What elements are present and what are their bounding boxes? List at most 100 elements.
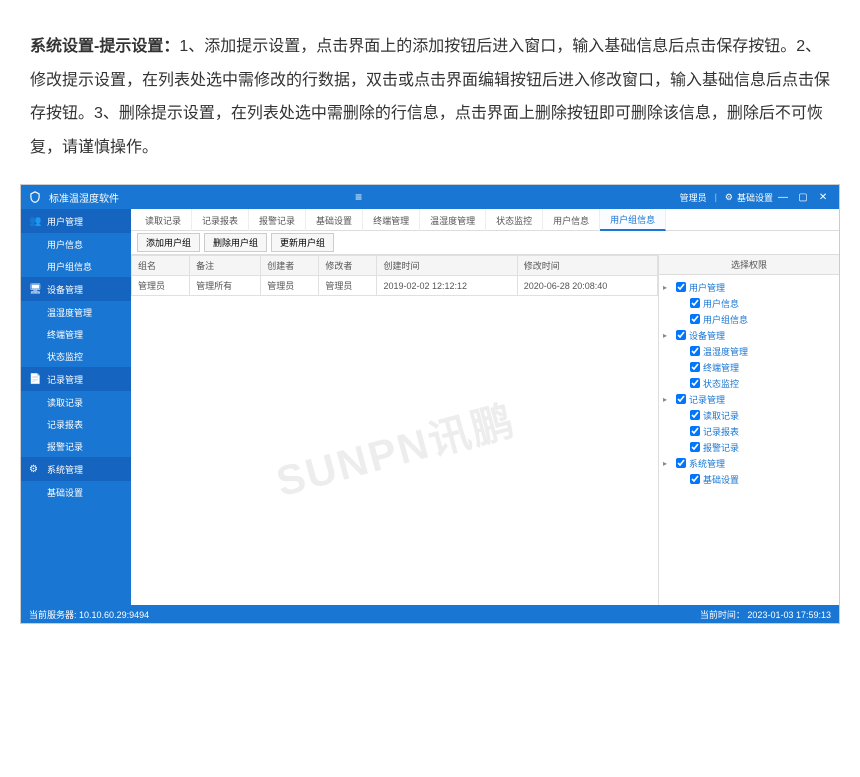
- main-area: 读取记录记录报表报警记录基础设置终端管理温湿度管理状态监控用户信息用户组信息 添…: [131, 209, 839, 605]
- sidebar-group-icon: 📄: [29, 374, 43, 385]
- tree-checkbox[interactable]: [690, 362, 700, 372]
- tree-label: 状态监控: [703, 377, 739, 390]
- column-header[interactable]: 创建者: [261, 256, 319, 276]
- tree-checkbox[interactable]: [690, 378, 700, 388]
- sidebar-item[interactable]: 基础设置: [21, 481, 131, 503]
- tab[interactable]: 状态监控: [486, 209, 543, 231]
- tab[interactable]: 读取记录: [135, 209, 192, 231]
- tab[interactable]: 基础设置: [306, 209, 363, 231]
- sidebar: 👥用户管理用户信息用户组信息🖥设备管理温湿度管理终端管理状态监控📄记录管理读取记…: [21, 209, 131, 605]
- tree-node[interactable]: 基础设置: [663, 471, 835, 487]
- hamburger-icon[interactable]: ≡: [349, 190, 369, 204]
- tree-checkbox[interactable]: [676, 330, 686, 340]
- tree-node[interactable]: ▸ 记录管理: [663, 391, 835, 407]
- sidebar-item[interactable]: 温湿度管理: [21, 301, 131, 323]
- table-cell: 管理员: [261, 276, 319, 296]
- tree-label: 记录管理: [689, 393, 725, 406]
- tab[interactable]: 终端管理: [363, 209, 420, 231]
- tree-checkbox[interactable]: [690, 442, 700, 452]
- table-cell: 管理所有: [190, 276, 261, 296]
- sidebar-group[interactable]: ⚙ 系统管理: [21, 457, 131, 481]
- column-header[interactable]: 备注: [190, 256, 261, 276]
- status-server: 当前服务器: 10.10.60.29:9494: [29, 608, 149, 621]
- column-header[interactable]: 修改时间: [517, 256, 657, 276]
- tree-node[interactable]: 用户组信息: [663, 311, 835, 327]
- tree-node[interactable]: ▸设备管理: [663, 327, 835, 343]
- user-label[interactable]: 管理员: [680, 191, 707, 204]
- user-icon: 👤: [664, 192, 675, 203]
- tab[interactable]: 用户信息: [543, 209, 600, 231]
- sidebar-item[interactable]: 用户信息: [21, 233, 131, 255]
- table-cell: 管理员: [132, 276, 190, 296]
- tree-label: 报警记录: [703, 441, 739, 454]
- permission-tree: ▸用户管理用户信息用户组信息▸设备管理温湿度管理终端管理状态监控 ▸ 记录管理读取记…: [659, 275, 839, 605]
- usergroup-table: 组名备注创建者修改者创建时间修改时间 管理员管理所有管理员管理员2019-02-…: [131, 255, 658, 296]
- update-usergroup-button[interactable]: 更新用户组: [271, 233, 334, 252]
- tab[interactable]: 用户组信息: [600, 209, 666, 231]
- table-cell: 2019-02-02 12:12:12: [377, 276, 517, 296]
- tree-node[interactable]: 用户信息: [663, 295, 835, 311]
- column-header[interactable]: 创建时间: [377, 256, 517, 276]
- caret-icon[interactable]: ▸: [663, 283, 673, 292]
- app-title: 标准温湿度软件: [49, 190, 345, 205]
- sidebar-item[interactable]: 读取记录: [21, 391, 131, 413]
- tree-checkbox[interactable]: [690, 314, 700, 324]
- minimize-button[interactable]: —: [773, 192, 793, 203]
- sidebar-item[interactable]: 用户组信息: [21, 255, 131, 277]
- table-row[interactable]: 管理员管理所有管理员管理员2019-02-02 12:12:122020-06-…: [132, 276, 658, 296]
- tree-node[interactable]: 报警记录: [663, 439, 835, 455]
- app-logo-icon: [27, 189, 43, 205]
- tree-checkbox[interactable]: [690, 474, 700, 484]
- caret-icon[interactable]: ▸: [663, 395, 673, 404]
- tab[interactable]: 温湿度管理: [420, 209, 486, 231]
- tree-node[interactable]: ▸系统管理: [663, 455, 835, 471]
- tab[interactable]: 报警记录: [249, 209, 306, 231]
- column-header[interactable]: 修改者: [319, 256, 377, 276]
- gear-icon: ⚙: [725, 192, 733, 203]
- sidebar-group[interactable]: 📄记录管理: [21, 367, 131, 391]
- caret-icon[interactable]: ▸: [663, 331, 673, 340]
- tree-node[interactable]: 读取记录: [663, 407, 835, 423]
- watermark: SUNPN讯鹏: [268, 387, 520, 509]
- delete-usergroup-button[interactable]: 删除用户组: [204, 233, 267, 252]
- tree-label: 基础设置: [703, 473, 739, 486]
- sidebar-group-label: 设备管理: [47, 283, 83, 296]
- sidebar-group-icon: 👥: [29, 216, 43, 227]
- sidebar-item[interactable]: 状态监控: [21, 345, 131, 367]
- instruction-body: 1、添加提示设置，点击界面上的添加按钮后进入窗口，输入基础信息后点击保存按钮。2…: [30, 38, 830, 156]
- tree-checkbox[interactable]: [690, 298, 700, 308]
- table-cell: 管理员: [319, 276, 377, 296]
- sidebar-group-icon: ⚙: [29, 464, 43, 475]
- tree-label: 用户信息: [703, 297, 739, 310]
- tree-node[interactable]: 记录报表: [663, 423, 835, 439]
- tree-checkbox[interactable]: [690, 426, 700, 436]
- caret-icon[interactable]: ▸: [663, 459, 673, 468]
- tree-checkbox[interactable]: [676, 394, 686, 404]
- settings-link[interactable]: 基础设置: [737, 191, 773, 204]
- sidebar-group[interactable]: 🖥设备管理: [21, 277, 131, 301]
- app-window: 标准温湿度软件 ≡ 👤 管理员 | ⚙ 基础设置 — ▢ ✕ 👥用户管理用户信息…: [20, 184, 840, 624]
- column-header[interactable]: 组名: [132, 256, 190, 276]
- instruction-heading: 系统设置-提示设置：: [30, 38, 179, 55]
- tab[interactable]: 记录报表: [192, 209, 249, 231]
- tree-checkbox[interactable]: [676, 282, 686, 292]
- sidebar-item[interactable]: 记录报表: [21, 413, 131, 435]
- close-button[interactable]: ✕: [813, 192, 833, 203]
- add-usergroup-button[interactable]: 添加用户组: [137, 233, 200, 252]
- sidebar-item[interactable]: 终端管理: [21, 323, 131, 345]
- maximize-button[interactable]: ▢: [793, 192, 813, 203]
- tree-checkbox[interactable]: [690, 410, 700, 420]
- tree-checkbox[interactable]: [690, 346, 700, 356]
- tree-node[interactable]: ▸用户管理: [663, 279, 835, 295]
- table-area: 组名备注创建者修改者创建时间修改时间 管理员管理所有管理员管理员2019-02-…: [131, 255, 659, 605]
- sidebar-item[interactable]: 报警记录: [21, 435, 131, 457]
- tree-node[interactable]: 状态监控: [663, 375, 835, 391]
- permission-title: 选择权限: [659, 255, 839, 275]
- sidebar-group[interactable]: 👥用户管理: [21, 209, 131, 233]
- tree-label: 记录报表: [703, 425, 739, 438]
- tree-checkbox[interactable]: [676, 458, 686, 468]
- tree-label: 温湿度管理: [703, 345, 748, 358]
- tree-node[interactable]: 终端管理: [663, 359, 835, 375]
- sidebar-group-label: 系统管理: [47, 463, 83, 476]
- tree-node[interactable]: 温湿度管理: [663, 343, 835, 359]
